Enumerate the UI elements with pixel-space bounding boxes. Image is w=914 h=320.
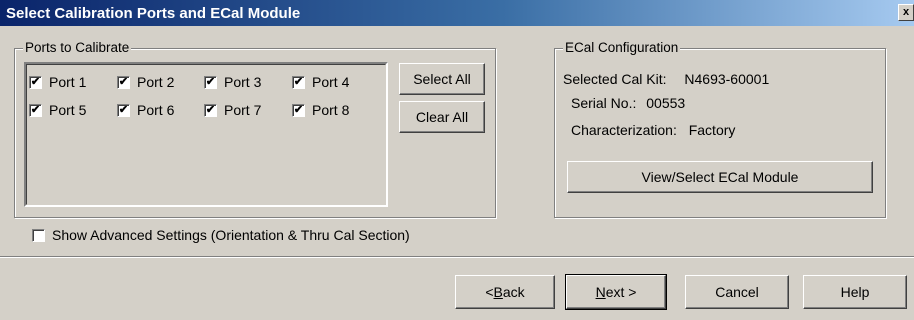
window-titlebar: Select Calibration Ports and ECal Module… (0, 0, 914, 26)
select-all-button[interactable]: Select All (399, 63, 485, 95)
next-rest: ext > (605, 284, 637, 300)
port-3-checkbox[interactable]: ✔ Port 3 (204, 74, 261, 90)
port-8-label: Port 8 (312, 102, 350, 118)
footer-separator (0, 256, 914, 258)
back-button[interactable]: < Back (455, 275, 555, 309)
port-4-label: Port 4 (312, 74, 350, 90)
selected-cal-kit-row: Selected Cal Kit: N4693-60001 (563, 71, 769, 87)
port-3-label: Port 3 (224, 74, 262, 90)
window-title: Select Calibration Ports and ECal Module (6, 4, 301, 22)
ports-group-title: Ports to Calibrate (23, 40, 132, 56)
view-select-ecal-button[interactable]: View/Select ECal Module (567, 161, 873, 193)
checkbox-box: ✔ (29, 103, 42, 117)
port-2-label: Port 2 (137, 74, 175, 90)
checkbox-box (32, 228, 45, 242)
port-7-checkbox[interactable]: ✔ Port 7 (204, 102, 261, 118)
characterization-row: Characterization: Factory (571, 122, 735, 138)
back-arrow: < (485, 284, 494, 300)
checkbox-box: ✔ (117, 75, 130, 89)
back-mnemonic: B (493, 284, 503, 300)
clear-all-button[interactable]: Clear All (399, 101, 485, 133)
ports-to-calibrate-group: Ports to Calibrate ✔ Port 1 ✔ Port 2 ✔ P… (14, 40, 496, 218)
serial-row: Serial No.: 00553 (571, 95, 685, 111)
checkbox-box: ✔ (117, 103, 130, 117)
checkbox-box: ✔ (204, 75, 217, 89)
selected-cal-kit-label: Selected Cal Kit: (563, 71, 667, 87)
selected-cal-kit-value: N4693-60001 (684, 71, 770, 87)
show-advanced-settings-checkbox[interactable]: Show Advanced Settings (Orientation & Th… (32, 227, 410, 243)
port-5-label: Port 5 (49, 102, 87, 118)
port-4-checkbox[interactable]: ✔ Port 4 (292, 74, 349, 90)
checkbox-box: ✔ (292, 103, 305, 117)
show-advanced-settings-label: Show Advanced Settings (Orientation & Th… (52, 227, 410, 243)
next-mnemonic: N (595, 284, 606, 300)
port-6-label: Port 6 (137, 102, 175, 118)
port-1-label: Port 1 (49, 74, 87, 90)
ports-list: ✔ Port 1 ✔ Port 2 ✔ Port 3 ✔ Port 4 ✔ Po… (24, 62, 388, 207)
ecal-group-title: ECal Configuration (563, 40, 681, 56)
port-8-checkbox[interactable]: ✔ Port 8 (292, 102, 349, 118)
cancel-button[interactable]: Cancel (685, 275, 789, 309)
checkbox-box: ✔ (29, 75, 42, 89)
ecal-configuration-group: ECal Configuration Selected Cal Kit: N46… (554, 40, 886, 218)
checkbox-box: ✔ (204, 103, 217, 117)
characterization-label: Characterization: (571, 122, 677, 138)
port-7-label: Port 7 (224, 102, 262, 118)
port-6-checkbox[interactable]: ✔ Port 6 (117, 102, 174, 118)
serial-label: Serial No.: (571, 95, 637, 111)
help-button[interactable]: Help (803, 275, 907, 309)
close-icon[interactable]: x (898, 4, 914, 21)
port-5-checkbox[interactable]: ✔ Port 5 (29, 102, 86, 118)
port-2-checkbox[interactable]: ✔ Port 2 (117, 74, 174, 90)
serial-value: 00553 (646, 95, 686, 111)
port-1-checkbox[interactable]: ✔ Port 1 (29, 74, 86, 90)
back-rest: ack (502, 284, 525, 300)
characterization-value: Factory (688, 122, 736, 138)
next-button[interactable]: Next > (565, 274, 667, 310)
checkbox-box: ✔ (292, 75, 305, 89)
